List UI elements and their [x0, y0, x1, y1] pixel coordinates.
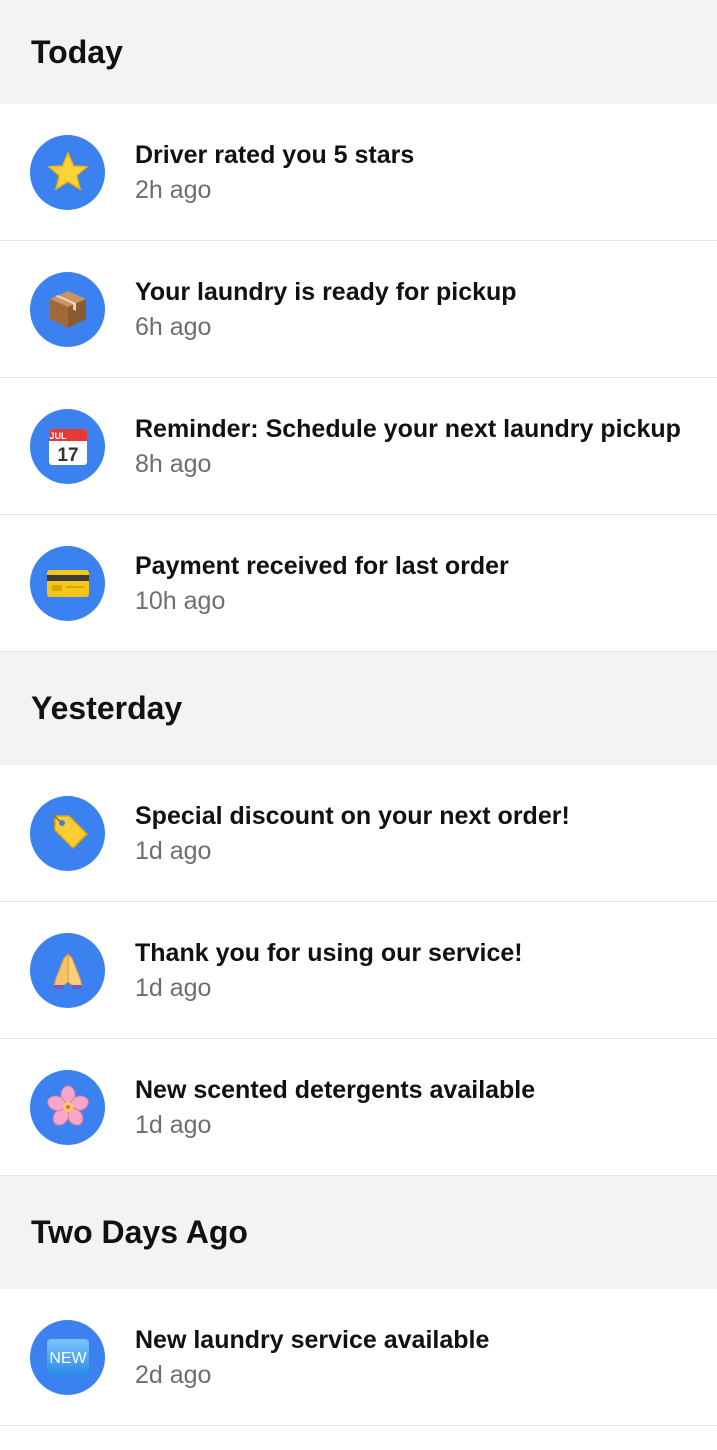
package-icon	[30, 271, 105, 347]
notification-title: Special discount on your next order!	[135, 801, 570, 830]
notification-title: New laundry service available	[135, 1325, 490, 1354]
notification-title: Driver rated you 5 stars	[135, 140, 415, 169]
new-badge-icon: NEW	[30, 1319, 105, 1395]
notifications-list: Today Driver rated you 5 stars 2h ago Yo…	[0, 0, 717, 1426]
notification-time: 1d ago	[135, 836, 212, 865]
calendar-month: JUL	[49, 431, 67, 441]
notification-time: 6h ago	[135, 312, 212, 341]
notification-item[interactable]: NEW New laundry service available 2d ago	[0, 1289, 717, 1426]
notification-item[interactable]: Thank you for using our service! 1d ago	[0, 902, 717, 1039]
section-title: Two Days Ago	[31, 1214, 248, 1250]
section-header-yesterday: Yesterday	[0, 652, 717, 765]
credit-card-icon	[30, 545, 105, 621]
notification-title: Thank you for using our service!	[135, 938, 523, 967]
section-header-today: Today	[0, 0, 717, 104]
star-icon	[30, 134, 105, 210]
new-badge-text: NEW	[49, 1350, 87, 1367]
notification-time: 2d ago	[135, 1360, 212, 1389]
calendar-day: 17	[57, 445, 78, 466]
notification-title: Reminder: Schedule your next laundry pic…	[135, 414, 681, 443]
notification-item[interactable]: Your laundry is ready for pickup 6h ago	[0, 241, 717, 378]
notification-item[interactable]: New scented detergents available 1d ago	[0, 1039, 717, 1176]
notification-time: 2h ago	[135, 175, 212, 204]
notification-item[interactable]: Payment received for last order 10h ago	[0, 515, 717, 652]
notification-time: 1d ago	[135, 973, 212, 1002]
notification-item[interactable]: JUL 17 Reminder: Schedule your next laun…	[0, 378, 717, 515]
notification-time: 1d ago	[135, 1110, 212, 1139]
notification-time: 10h ago	[135, 586, 226, 615]
notification-title: New scented detergents available	[135, 1075, 536, 1104]
notification-item[interactable]: Driver rated you 5 stars 2h ago	[0, 104, 717, 241]
calendar-icon: JUL 17	[30, 408, 105, 484]
section-title: Yesterday	[31, 690, 183, 726]
notification-title: Your laundry is ready for pickup	[135, 277, 517, 306]
cherry-blossom-icon	[30, 1069, 105, 1145]
section-header-two-days-ago: Two Days Ago	[0, 1176, 717, 1289]
folded-hands-icon	[30, 932, 105, 1008]
notification-time: 8h ago	[135, 449, 212, 478]
tag-icon	[30, 795, 105, 871]
notification-item[interactable]: Special discount on your next order! 1d …	[0, 765, 717, 902]
section-title: Today	[31, 33, 123, 70]
notification-title: Payment received for last order	[135, 551, 509, 580]
